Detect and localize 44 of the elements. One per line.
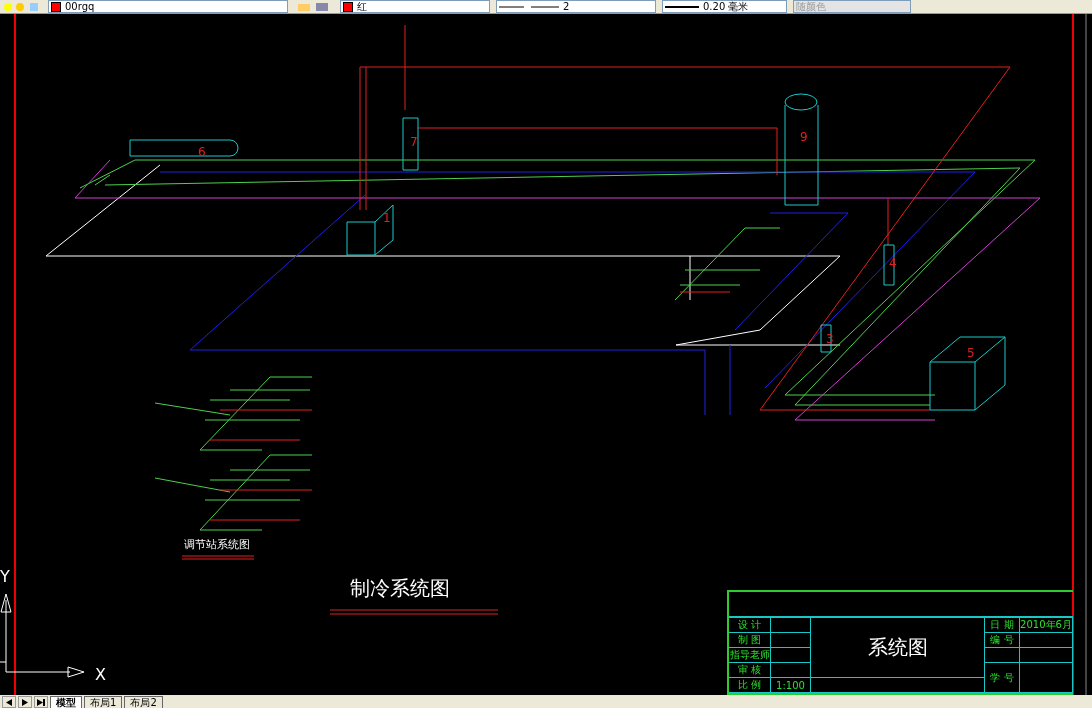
equipment-number: 5 [967,346,975,360]
last-tab-button[interactable] [34,696,48,708]
lineweight-sample-icon [665,4,699,9]
title-block-value [771,663,811,678]
title-block-value: 1:100 [771,678,811,693]
ucs-x-label: X [95,665,106,684]
equipment-number: 3 [826,332,834,346]
title-block-value [1020,633,1073,648]
title-block-label [985,648,1020,663]
layout-tab[interactable]: 模型 [50,696,82,708]
drawing-subtitle: 调节站系统图 [184,539,250,552]
title-block-label: 审 核 [729,663,771,678]
layer-dropdown[interactable]: 00rgq [48,0,288,13]
title-block-label: 编 号 [985,633,1020,648]
title-block-label: 设 计 [729,618,771,633]
ucs-y-label: Y [0,567,10,586]
equipment-number: 9 [800,130,808,144]
last-page-icon [37,698,45,706]
title-block-label: 制 图 [729,633,771,648]
right-triangle-icon [22,698,28,706]
title-block-label: 指导老师 [729,648,771,663]
layout-tab[interactable]: 布局1 [84,696,123,708]
linetype-dropdown[interactable]: 2 [496,0,656,13]
title-block-value [771,618,811,633]
equipment-number: 4 [889,256,897,270]
title-block-label: 日 期 [985,618,1020,633]
title-block-value [771,648,811,663]
drawing-name: 系统图 [811,618,985,678]
title-block-value: 2010年6月 [1020,618,1073,633]
color-dropdown[interactable]: 红 [340,0,490,13]
title-block-value [771,633,811,648]
equipment-number: 7 [410,135,418,149]
left-triangle-icon [6,698,12,706]
equipment-number: 6 [198,145,206,159]
title-block-label: 学 号 [985,663,1020,693]
next-tab-button[interactable] [18,696,32,708]
drawing-title: 制冷系统图 [350,577,450,599]
layout-tab[interactable]: 布局2 [124,696,163,708]
ucs-axes-icon [0,593,85,678]
title-block-label: 比 例 [729,678,771,693]
lineweight-dropdown[interactable]: 0.20 毫米 [662,0,787,13]
equipment-number: 1 [383,211,391,225]
linetype-sample-icon [499,4,559,9]
first-tab-button[interactable] [2,696,16,708]
